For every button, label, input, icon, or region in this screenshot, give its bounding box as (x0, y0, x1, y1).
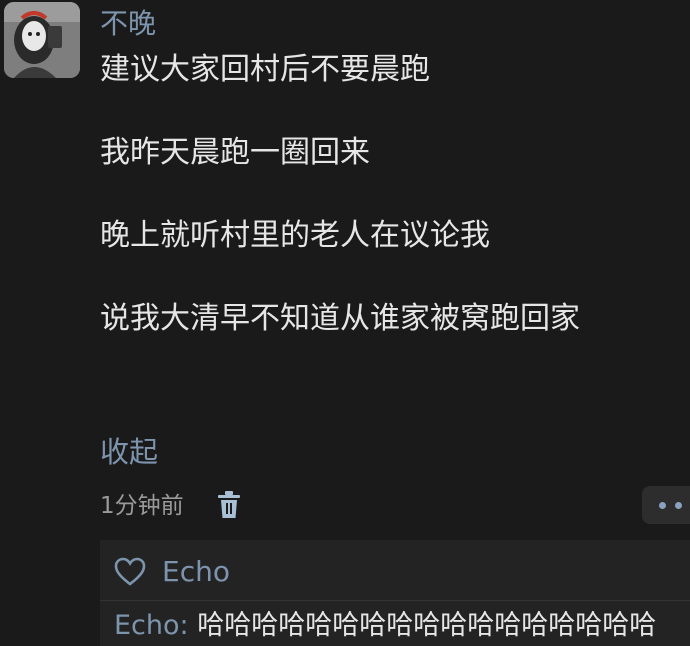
reply-item[interactable]: Echo: 哈哈哈哈哈哈哈哈哈哈哈哈哈哈哈哈哈 (114, 606, 656, 646)
timestamp: 1分钟前 (100, 493, 184, 519)
post-line: 说我大清早不知道从谁家被窝跑回家 (100, 301, 580, 336)
heart-icon[interactable] (114, 557, 146, 587)
reply-author[interactable]: Echo (114, 610, 180, 641)
post-line: 建议大家回村后不要晨跑 (100, 52, 430, 87)
post-line: 我昨天晨跑一圈回来 (100, 135, 370, 170)
avatar[interactable] (4, 2, 80, 78)
more-button[interactable] (642, 486, 690, 524)
avatar-image (4, 2, 80, 78)
more-icon (675, 502, 682, 509)
post-line: 晚上就听村里的老人在议论我 (100, 218, 490, 253)
likes-and-replies-panel: Echo Echo: 哈哈哈哈哈哈哈哈哈哈哈哈哈哈哈哈哈 (100, 540, 690, 646)
reply-separator: : (179, 610, 198, 641)
liker-name[interactable]: Echo (162, 552, 230, 592)
author-name[interactable]: 不晚 (100, 6, 156, 42)
divider (100, 600, 690, 601)
more-icon (659, 502, 666, 509)
trash-icon[interactable] (216, 490, 242, 520)
reply-text: 哈哈哈哈哈哈哈哈哈哈哈哈哈哈哈哈哈 (197, 610, 657, 641)
comment-thread: 不晚 建议大家回村后不要晨跑 我昨天晨跑一圈回来 晚上就听村里的老人在议论我 说… (0, 0, 690, 646)
collapse-button[interactable]: 收起 (100, 432, 158, 472)
